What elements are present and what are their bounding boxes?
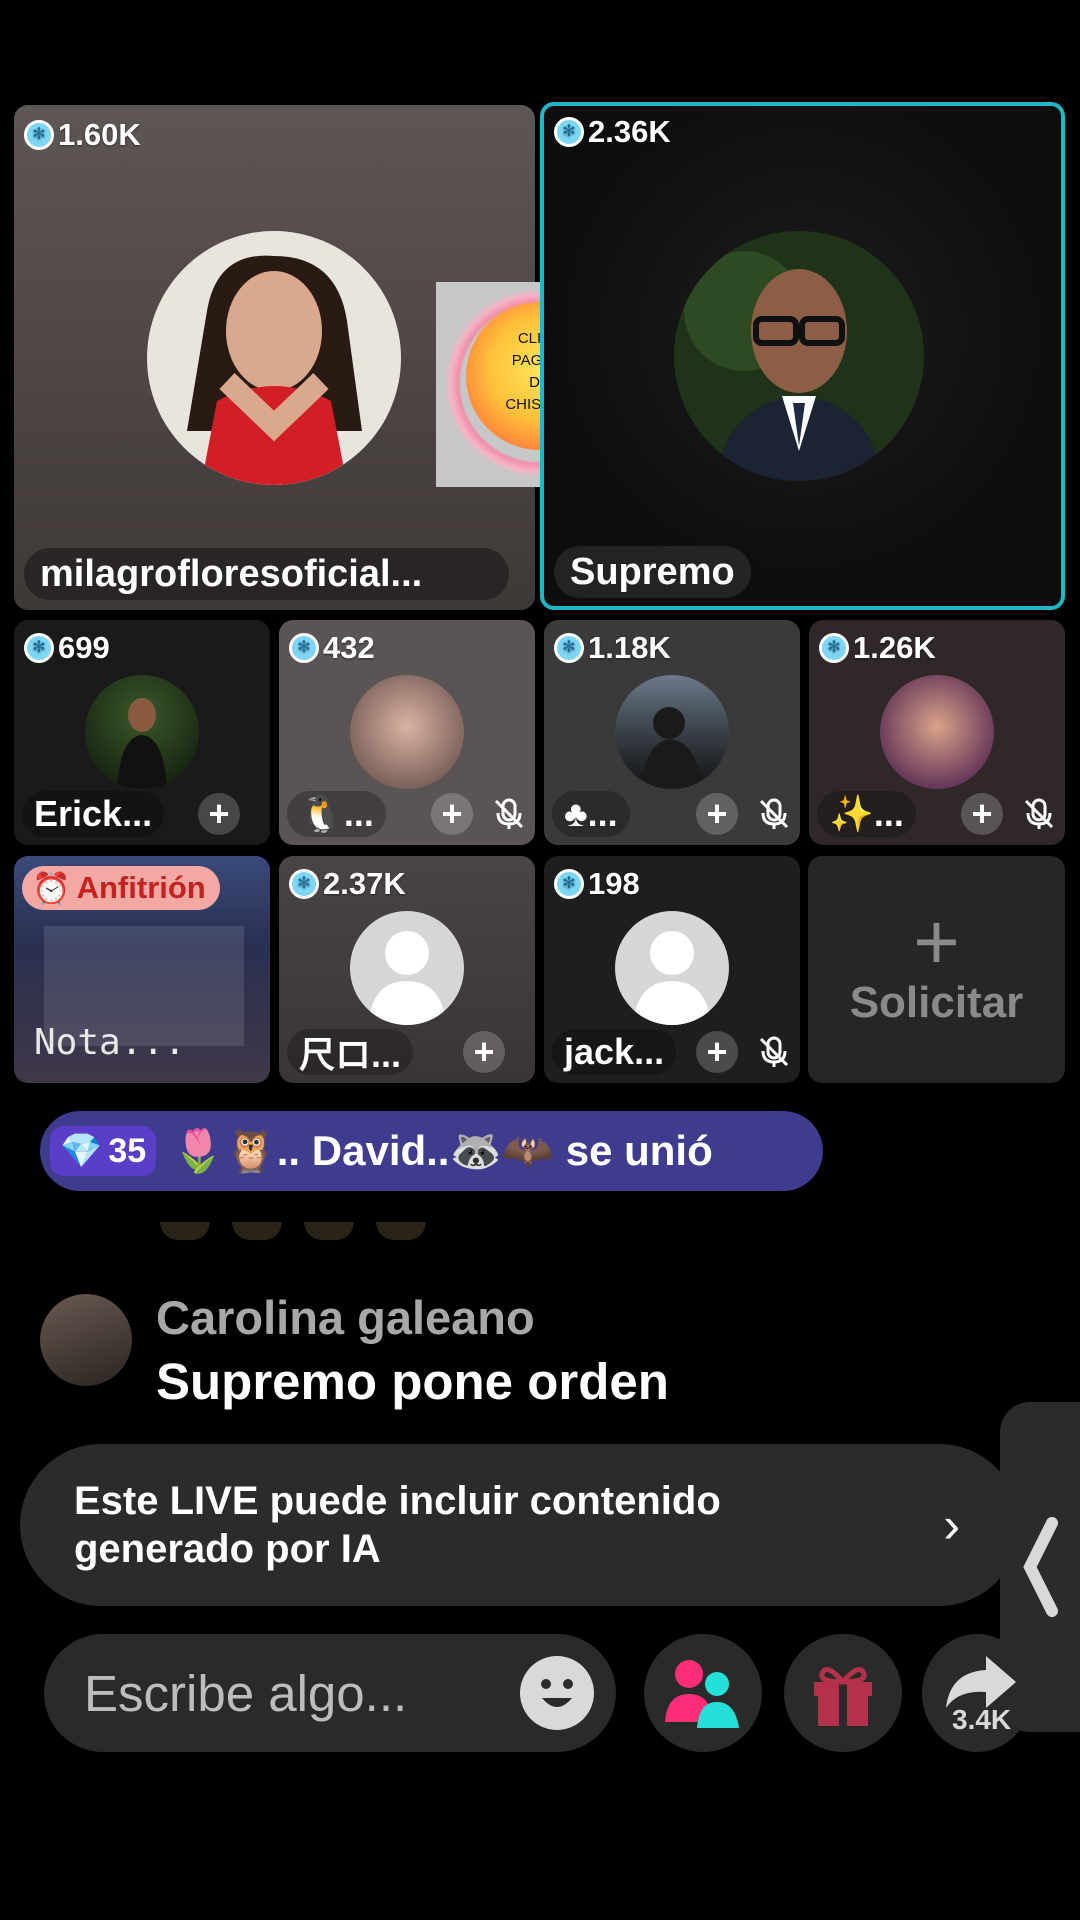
follow-plus-button[interactable]: +	[198, 793, 240, 835]
gift-button[interactable]	[784, 1634, 902, 1752]
coin-icon	[819, 633, 849, 663]
share-count: 3.4K	[952, 1704, 1012, 1735]
guest-name: jack...	[552, 1029, 677, 1075]
guest-name: 🐧...	[287, 791, 386, 837]
share-arrow-icon	[946, 1656, 1016, 1708]
level-badge: 💎 35	[50, 1126, 157, 1176]
commenter-avatar[interactable]	[40, 1294, 132, 1386]
ai-notice-text: Este LIVE puede incluir contenido genera…	[74, 1479, 721, 1571]
alarm-clock-icon: ⏰	[32, 870, 71, 906]
score-badge: 699	[24, 628, 110, 668]
ai-content-notice[interactable]: Este LIVE puede incluir contenido genera…	[20, 1444, 1020, 1606]
guest-name: ♣...	[552, 791, 630, 837]
default-avatar	[615, 911, 729, 1025]
guest-avatar	[615, 675, 729, 789]
host-tag: ⏰ Anfitrión	[22, 866, 220, 910]
request-join-button[interactable]: + Solicitar	[808, 856, 1065, 1083]
guest-tile[interactable]: 699 Erick... +	[14, 620, 270, 845]
comment-placeholder: Escribe algo...	[84, 1664, 408, 1722]
coin-icon	[289, 869, 319, 899]
chevron-right-icon: ›	[943, 1497, 960, 1553]
comment-input[interactable]: Escribe algo...	[44, 1634, 616, 1752]
follow-plus-button[interactable]: +	[463, 1031, 505, 1073]
coin-icon	[554, 869, 584, 899]
faded-decor	[160, 1222, 430, 1242]
host-name: milagrofloresoficial...	[24, 548, 509, 600]
guest-tile[interactable]: 432 🐧... +	[279, 620, 535, 845]
follow-plus-button[interactable]: +	[696, 793, 738, 835]
friends-button[interactable]	[644, 1634, 762, 1752]
friends-icon	[665, 1660, 739, 1728]
commenter-name[interactable]: Carolina galeano	[156, 1290, 535, 1345]
score-badge: 1.60K	[24, 115, 141, 155]
guest-tile[interactable]: 198 jack... +	[544, 856, 800, 1083]
follow-plus-button[interactable]: +	[696, 1031, 738, 1073]
guest-tile[interactable]: 2.37K 尺ロ... +	[279, 856, 535, 1083]
guest-tile[interactable]: 1.18K ♣... +	[544, 620, 800, 845]
diamond-icon: 💎	[60, 1132, 103, 1170]
host-tile-right[interactable]: 2.36K Supremo	[540, 102, 1065, 610]
score-badge: 198	[554, 864, 640, 904]
plus-icon: +	[913, 896, 960, 986]
score-badge: 1.18K	[554, 628, 671, 668]
coin-icon	[554, 117, 584, 147]
host-name: Supremo	[554, 546, 751, 598]
guest-tile[interactable]: 1.26K ✨... +	[809, 620, 1065, 845]
coin-icon	[289, 633, 319, 663]
comment-text: Supremo pone orden	[156, 1353, 669, 1410]
guest-name: Erick...	[22, 791, 165, 837]
score-badge: 1.26K	[819, 628, 936, 668]
score-badge: 2.37K	[289, 864, 406, 904]
guest-avatar	[85, 675, 199, 789]
coin-icon	[24, 120, 54, 150]
mic-muted-icon	[1024, 798, 1054, 829]
follow-plus-button[interactable]: +	[961, 793, 1003, 835]
mic-muted-icon	[494, 798, 524, 829]
host-avatar	[674, 231, 924, 481]
follow-plus-button[interactable]: +	[431, 793, 473, 835]
host-avatar	[147, 231, 401, 485]
chevron-left-icon	[1023, 1517, 1058, 1617]
score-badge: 2.36K	[554, 112, 671, 152]
guest-avatar	[350, 675, 464, 789]
score-badge: 432	[289, 628, 375, 668]
coin-icon	[554, 633, 584, 663]
mic-muted-icon	[759, 798, 789, 829]
guest-name: 尺ロ...	[287, 1029, 414, 1075]
gift-icon	[814, 1667, 872, 1726]
guest-name: Nota...	[34, 1021, 186, 1063]
join-notification: 💎 35 🌷🦉.. David..🦝🦇 se unió	[40, 1111, 823, 1191]
default-avatar	[350, 911, 464, 1025]
join-text: 🌷🦉.. David..🦝🦇 se unió	[172, 1126, 713, 1174]
host-screen-tile[interactable]: ⏰ Anfitrión Nota...	[14, 856, 270, 1083]
emoji-icon[interactable]	[520, 1656, 594, 1730]
coin-icon	[24, 633, 54, 663]
share-button[interactable]: 3.4K	[922, 1634, 1032, 1752]
mic-muted-icon	[759, 1036, 789, 1067]
guest-name: ✨...	[817, 791, 916, 837]
guest-avatar	[880, 675, 994, 789]
